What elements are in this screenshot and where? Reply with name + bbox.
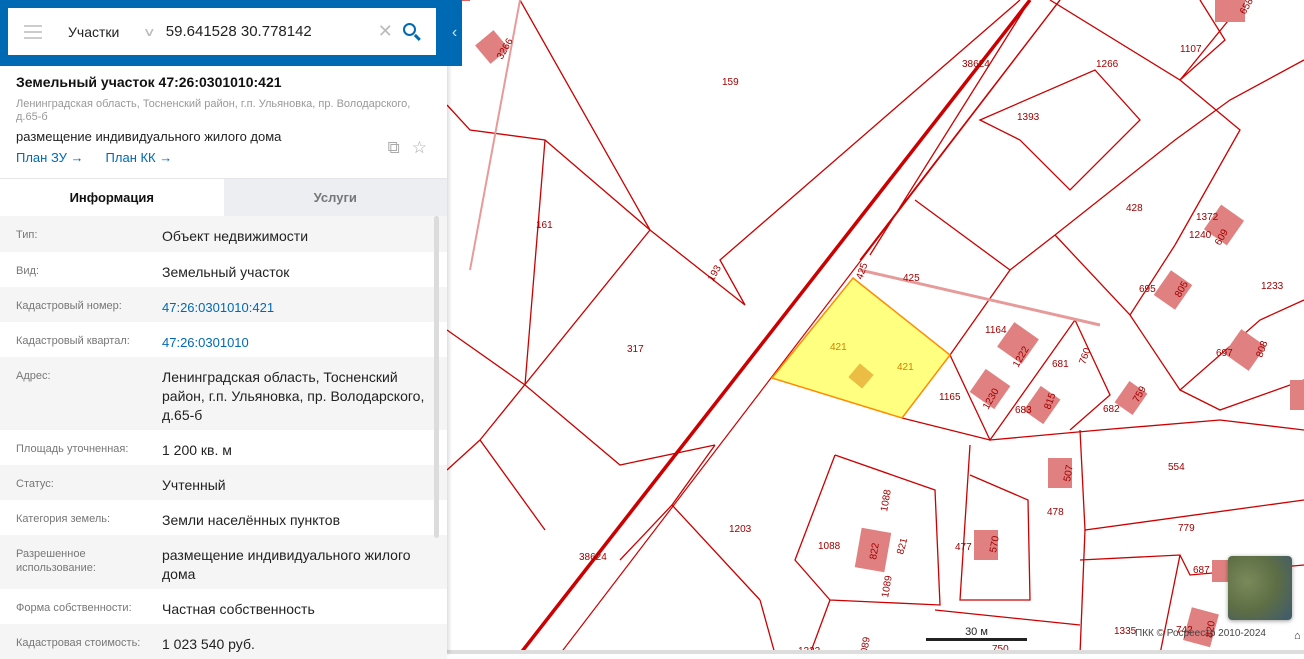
svg-text:682: 682	[1103, 404, 1120, 415]
svg-text:1240: 1240	[1189, 230, 1212, 241]
svg-text:1107: 1107	[1180, 44, 1202, 55]
search-bar: Участки ∨ ✕	[8, 8, 436, 55]
info-panel: Участки ∨ ✕ Земельный участок 47:26:0301…	[0, 0, 447, 659]
table-row: Тип: Объект недвижимости	[0, 216, 447, 252]
scale-bar: 30 м	[926, 626, 1027, 641]
row-value: Объект недвижимости	[162, 228, 309, 244]
svg-text:425: 425	[854, 261, 870, 281]
svg-text:1164: 1164	[985, 325, 1007, 336]
search-icon[interactable]	[401, 21, 423, 43]
row-label: Разрешенное использование:	[16, 548, 96, 574]
table-row: Кадастровый номер: 47:26:0301010:421	[0, 287, 447, 322]
svg-text:687: 687	[1193, 565, 1210, 576]
menu-icon[interactable]	[24, 24, 42, 39]
tab-info[interactable]: Информация	[0, 179, 224, 216]
object-title: Земельный участок 47:26:0301010:421	[16, 74, 282, 90]
svg-text:478: 478	[1047, 507, 1064, 518]
header: Участки ∨ ✕	[0, 0, 447, 66]
svg-text:1233: 1233	[1261, 281, 1284, 292]
panel-scrollbar[interactable]	[434, 216, 439, 538]
svg-text:159: 159	[722, 77, 739, 88]
table-row: Категория земель: Земли населённых пункто…	[0, 500, 447, 535]
table-row: Адрес: Ленинградская область, Тосненский …	[0, 357, 447, 430]
svg-text:507: 507	[1062, 464, 1076, 483]
row-label: Кадастровый квартал:	[16, 335, 130, 347]
svg-text:38624: 38624	[962, 59, 990, 70]
svg-text:697: 697	[1216, 348, 1233, 359]
horizontal-scrollbar[interactable]	[447, 650, 1304, 654]
svg-text:428: 428	[1126, 203, 1143, 214]
tab-services[interactable]: Услуги	[223, 179, 447, 216]
row-value: Ленинградская область, Тосненский район,…	[162, 369, 425, 423]
svg-text:421: 421	[830, 342, 847, 353]
collapse-panel-button[interactable]: ‹	[447, 0, 462, 66]
svg-text:1372: 1372	[1196, 212, 1219, 223]
table-row: Вид: Земельный участок	[0, 252, 447, 287]
object-use: размещение индивидуального жилого дома	[16, 129, 282, 144]
cadastral-quarter-link[interactable]: 47:26:0301010	[162, 335, 249, 350]
svg-text:570: 570	[988, 535, 1002, 554]
row-value: Частная собственность	[162, 601, 315, 617]
search-input[interactable]	[165, 23, 366, 40]
svg-text:821: 821	[895, 536, 910, 555]
svg-text:1203: 1203	[729, 524, 752, 535]
plan-kk-link[interactable]: План КК →	[106, 150, 173, 165]
table-row: Статус: Учтенный	[0, 465, 447, 500]
row-label: Тип:	[16, 229, 38, 241]
svg-text:1089: 1089	[880, 574, 895, 598]
svg-text:317: 317	[627, 344, 644, 355]
cadastral-number-link[interactable]: 47:26:0301010:421	[162, 300, 274, 315]
svg-text:760: 760	[1077, 346, 1093, 366]
svg-text:1266: 1266	[1096, 59, 1119, 70]
chevron-down-icon[interactable]: ∨	[143, 25, 156, 39]
svg-text:477: 477	[955, 542, 972, 553]
scale-label: 30 м	[965, 626, 988, 638]
svg-text:779: 779	[1178, 523, 1195, 534]
row-label: Категория земель:	[16, 513, 111, 525]
row-value: 1 200 кв. м	[162, 442, 232, 458]
table-row: Площадь уточненная: 1 200 кв. м	[0, 430, 447, 465]
table-row: Разрешенное использование: размещение инд…	[0, 535, 447, 589]
home-icon[interactable]: ⌂	[1294, 630, 1301, 642]
category-select[interactable]: Участки	[68, 24, 128, 40]
svg-text:161: 161	[536, 220, 553, 231]
row-value: размещение индивидуального жилого дома	[162, 547, 411, 582]
object-card: Земельный участок 47:26:0301010:421 Лени…	[0, 66, 447, 178]
svg-text:1165: 1165	[939, 392, 961, 403]
row-label: Вид:	[16, 265, 39, 277]
star-icon[interactable]: ☆	[412, 138, 427, 158]
svg-text:1335: 1335	[1114, 626, 1137, 637]
row-value: Учтенный	[162, 477, 226, 493]
row-label: Площадь уточненная:	[16, 443, 129, 455]
svg-text:683: 683	[1015, 405, 1032, 416]
attribution: ПКК © Росреестр 2010-2024	[1135, 628, 1266, 639]
svg-text:425: 425	[903, 273, 920, 284]
row-label: Кадастровый номер:	[16, 300, 122, 312]
svg-text:421: 421	[897, 362, 914, 373]
table-row: Кадастровый квартал: 47:26:0301010	[0, 322, 447, 357]
svg-text:193: 193	[706, 263, 724, 283]
info-table: Тип: Объект недвижимости Вид: Земельный уч…	[0, 216, 447, 659]
row-value: Земли населённых пунктов	[162, 512, 341, 528]
svg-text:554: 554	[1168, 462, 1185, 473]
row-value: Земельный участок	[162, 264, 290, 280]
svg-text:1393: 1393	[1017, 112, 1040, 123]
row-label: Форма собственности:	[16, 602, 132, 614]
svg-text:681: 681	[1052, 359, 1069, 370]
svg-text:38624: 38624	[579, 552, 607, 563]
zoom-to-object-icon[interactable]: ⧉	[388, 138, 400, 158]
row-label: Статус:	[16, 478, 54, 490]
clear-icon[interactable]: ✕	[378, 21, 393, 42]
basemap-switcher-satellite[interactable]	[1228, 556, 1292, 620]
plan-zu-link[interactable]: План ЗУ →	[16, 150, 84, 165]
row-label: Адрес:	[16, 370, 51, 382]
object-address: Ленинградская область, Тосненский район,…	[16, 98, 411, 123]
svg-text:1088: 1088	[879, 488, 894, 512]
svg-text:1088: 1088	[818, 541, 841, 552]
svg-text:695: 695	[1139, 284, 1156, 295]
table-row: Форма собственности: Частная собственност…	[0, 589, 447, 624]
